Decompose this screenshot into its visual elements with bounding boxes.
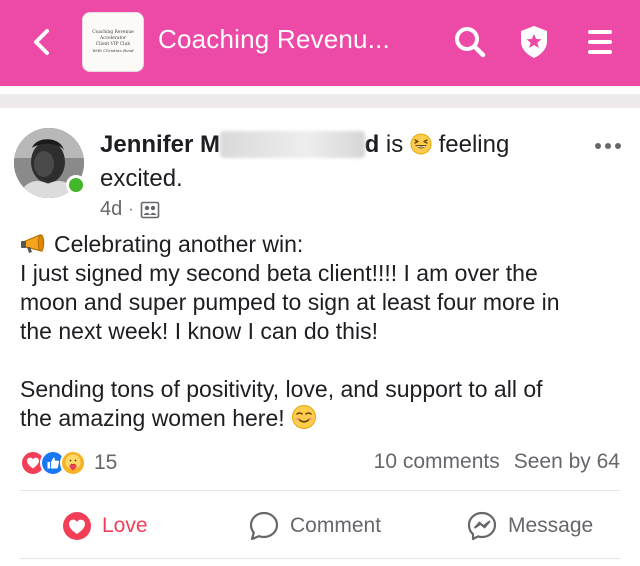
post-time[interactable]: 4d — [100, 198, 122, 221]
message-button[interactable]: Message — [466, 505, 593, 547]
search-icon — [455, 27, 486, 58]
love-button[interactable]: Love — [62, 505, 148, 547]
post-line: the amazing women here! — [20, 404, 630, 433]
post-line: Sending tons of positivity, love, and su… — [20, 376, 543, 402]
post-actions: Love Comment Message — [0, 505, 640, 547]
chevron-left-icon — [34, 29, 49, 55]
love-reaction-icon — [63, 512, 91, 540]
shield-star-icon — [521, 26, 547, 58]
post-headline: Jennifer Macdonnell Wad is feeling excit… — [100, 128, 540, 196]
search-button[interactable] — [450, 22, 490, 62]
feeling-text: excited. — [100, 165, 183, 192]
comment-label: Comment — [290, 514, 382, 537]
group-title[interactable]: Coaching Revenu... — [158, 24, 390, 55]
more-options-button[interactable] — [588, 136, 628, 156]
post-meta: 4d · — [100, 198, 160, 221]
author-name-end[interactable]: d — [365, 131, 380, 158]
reactions-summary[interactable]: 15 — [20, 450, 117, 476]
care-reaction-icon — [60, 450, 86, 476]
post-body: Celebrating another win: I just signed m… — [20, 230, 630, 433]
author-name-redacted: acdonnell Wa — [220, 131, 365, 158]
reaction-count: 15 — [94, 451, 118, 474]
megaphone-icon — [21, 234, 45, 253]
post-line-text: the amazing women here! — [20, 405, 285, 431]
back-button[interactable] — [22, 22, 62, 62]
group-members-icon — [140, 201, 159, 218]
top-bar: Coaching Revenue Accelerator Client VIP … — [0, 0, 640, 86]
feeling-word: feeling — [438, 131, 510, 158]
more-horizontal-icon — [595, 143, 601, 149]
group-thumbnail[interactable]: Coaching Revenue Accelerator Client VIP … — [82, 12, 144, 72]
message-label: Message — [508, 514, 594, 537]
love-label: Love — [102, 514, 148, 537]
comment-bubble-icon — [249, 511, 279, 541]
post-line: moon and super pumped to sign at least f… — [20, 289, 560, 315]
meta-separator: · — [128, 200, 134, 218]
smiling-face-icon — [292, 405, 317, 429]
post-line: Celebrating another win: — [20, 230, 630, 259]
comments-count-link[interactable]: 10 comments — [374, 450, 500, 474]
post-stats: 10 comments Seen by 64 — [374, 450, 620, 474]
divider — [20, 558, 620, 559]
author-name[interactable]: Jennifer M — [100, 131, 220, 158]
post-line: the next week! I know I can do this! — [20, 318, 378, 344]
messenger-icon — [467, 511, 497, 541]
menu-button[interactable] — [580, 22, 620, 62]
post-line: I just signed my second beta client!!!! … — [20, 260, 538, 286]
post-line-text: Celebrating another win: — [54, 231, 304, 257]
grinning-squinting-face-icon — [410, 133, 432, 155]
status-is: is — [385, 131, 404, 158]
thumb-line: With Christine Bond — [92, 48, 134, 53]
comment-button[interactable]: Comment — [248, 505, 381, 547]
hamburger-menu-icon — [588, 30, 612, 54]
online-status-dot — [66, 175, 86, 195]
admin-tools-button[interactable] — [514, 22, 554, 62]
seen-by-link[interactable]: Seen by 64 — [514, 450, 620, 474]
separator-band — [0, 94, 640, 108]
divider — [20, 490, 620, 491]
